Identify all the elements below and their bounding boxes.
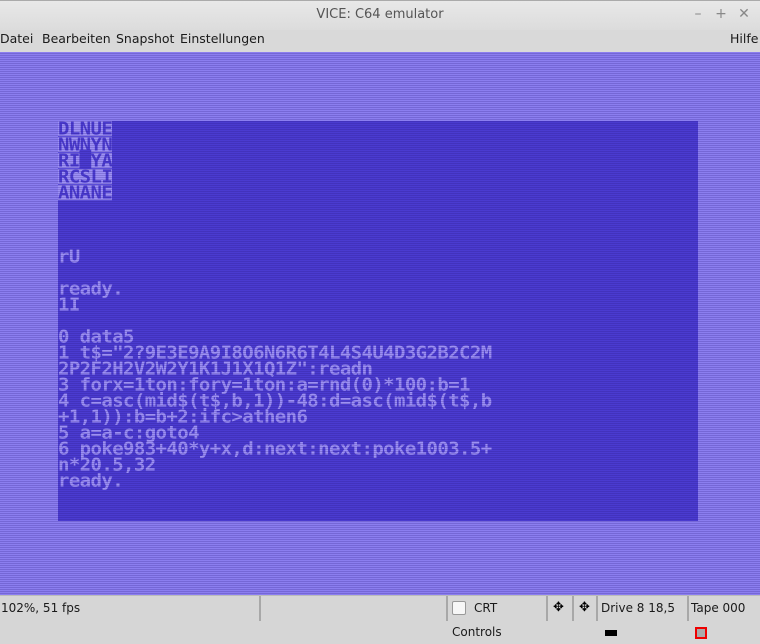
screen-line: rU	[58, 246, 80, 268]
joystick-port1-icon[interactable]: ✥	[546, 596, 572, 621]
maximize-button[interactable]: +	[713, 6, 729, 22]
reverse-row: ANANE	[58, 182, 113, 204]
menu-bar: Datei Bearbeiten Snapshot Einstellungen …	[0, 30, 760, 52]
screen-line: ready.	[58, 470, 124, 492]
speed-indicator: 102%, 51 fps	[1, 601, 81, 615]
menu-datei[interactable]: Datei	[0, 31, 33, 46]
minimize-button[interactable]: –	[690, 6, 706, 22]
menu-hilfe[interactable]: Hilfe	[730, 31, 758, 46]
menu-bearbeiten[interactable]: Bearbeiten	[42, 31, 111, 46]
crt-controls-toggle[interactable]: CRT Controls	[446, 596, 546, 639]
screen-line: 1I	[58, 294, 80, 316]
window-title: VICE: C64 emulator	[316, 7, 444, 22]
title-bar: VICE: C64 emulator – + ✕	[0, 0, 760, 30]
close-button[interactable]: ✕	[736, 6, 752, 22]
tape-record-icon	[695, 626, 707, 639]
drive-status[interactable]: Drive 8 18,5	[596, 596, 687, 636]
c64-screen-border[interactable]: DLNUE NWNYN RI█YA RCSLI ANANE rU ready. …	[0, 52, 760, 595]
menu-snapshot[interactable]: Snapshot	[116, 31, 174, 46]
joystick-port2-icon[interactable]: ✥	[572, 596, 596, 621]
tape-status[interactable]: Tape 000	[687, 596, 760, 639]
drive-label: Drive 8 18,5	[601, 601, 675, 615]
status-bar: 102%, 51 fps CRT Controls ✥ ✥ Drive 8 18…	[0, 595, 760, 639]
menu-einstellungen[interactable]: Einstellungen	[180, 31, 265, 46]
crt-controls-checkbox[interactable]	[452, 600, 466, 615]
c64-screen[interactable]: DLNUE NWNYN RI█YA RCSLI ANANE rU ready. …	[58, 121, 698, 521]
tape-label: Tape 000	[691, 601, 746, 615]
status-empty-pane	[259, 596, 446, 621]
drive-led-icon	[605, 629, 617, 636]
